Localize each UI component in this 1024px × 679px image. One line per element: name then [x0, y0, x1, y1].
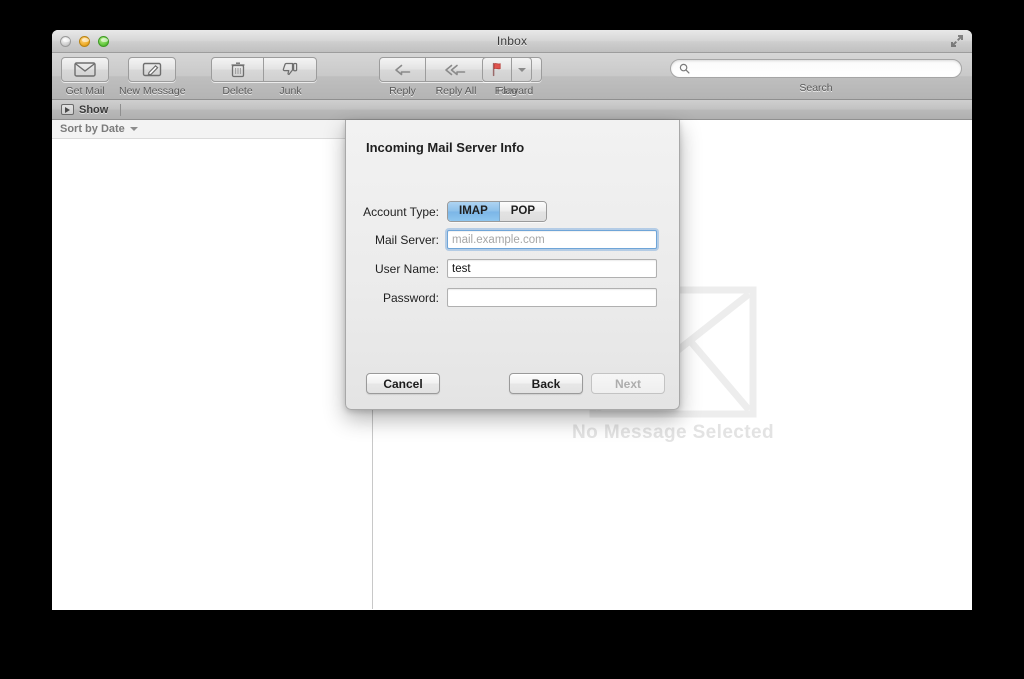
cancel-button[interactable]: Cancel: [366, 373, 440, 394]
search-area: Search: [670, 59, 962, 94]
junk-label: Junk: [279, 85, 302, 97]
account-type-segmented-control[interactable]: IMAP POP: [447, 201, 548, 222]
flag-button[interactable]: [482, 57, 512, 82]
no-message-selected-label: No Message Selected: [572, 421, 774, 443]
toolbar-button-get-mail[interactable]: Get Mail: [61, 57, 109, 97]
segment-imap[interactable]: IMAP: [448, 202, 500, 221]
reply-arrow-icon: [394, 64, 410, 75]
reply-all-button[interactable]: [426, 57, 486, 82]
form-row-password: Password:: [346, 288, 679, 307]
compose-pencil-icon: [143, 62, 162, 77]
toolbar-group-mail: Get Mail New Message: [61, 57, 186, 97]
toolbar-button-reply[interactable]: Reply: [379, 57, 426, 97]
next-button[interactable]: Next: [591, 373, 665, 394]
user-name-label: User Name:: [374, 261, 439, 276]
show-label[interactable]: Show: [79, 104, 108, 116]
reply-all-arrow-icon: [444, 64, 465, 75]
password-input[interactable]: [447, 288, 657, 307]
flag-dropdown-button[interactable]: [512, 57, 532, 82]
form-row-account-type: Account Type: IMAP POP: [346, 201, 679, 222]
incoming-mail-server-sheet: Incoming Mail Server Info Account Type: …: [345, 120, 680, 410]
toolbar-button-flag[interactable]: Flag: [482, 57, 532, 97]
flag-label: Flag: [496, 85, 518, 97]
sort-bar[interactable]: Sort by Date: [52, 120, 372, 139]
delete-button[interactable]: [211, 57, 264, 82]
window-title: Inbox: [496, 34, 528, 48]
flag-icon: [492, 62, 501, 77]
toolbar-separator: [120, 103, 122, 116]
toolbar: Get Mail New Message Delete Junk Reply R…: [52, 53, 972, 100]
search-icon: [679, 63, 690, 74]
junk-button[interactable]: [264, 57, 317, 82]
trash-icon: [231, 62, 244, 77]
toolbar-button-delete[interactable]: Delete: [211, 57, 264, 97]
search-field[interactable]: [670, 59, 962, 78]
reply-label: Reply: [389, 85, 416, 97]
user-name-input[interactable]: [447, 259, 657, 278]
form-row-mail-server: Mail Server:: [346, 230, 679, 249]
back-button[interactable]: Back: [509, 373, 583, 394]
toolbar-button-reply-all[interactable]: Reply All: [426, 57, 486, 97]
search-caption: Search: [799, 82, 833, 94]
segment-pop[interactable]: POP: [499, 202, 547, 221]
mail-server-input[interactable]: [447, 230, 657, 249]
titlebar: Inbox: [52, 30, 972, 53]
search-input[interactable]: [694, 62, 953, 75]
envelope-icon: [74, 62, 96, 77]
toolbar-button-new-message[interactable]: New Message: [119, 57, 186, 97]
sheet-title: Incoming Mail Server Info: [366, 140, 525, 155]
mail-window: Inbox Get Mail New Message Delete Junk R…: [52, 30, 972, 610]
toolbar-button-junk[interactable]: Junk: [264, 57, 317, 97]
get-mail-button[interactable]: [61, 57, 109, 82]
account-type-label: Account Type:: [363, 204, 439, 219]
password-label: Password:: [382, 290, 439, 305]
chevron-down-icon: [129, 127, 138, 131]
message-list-pane: Sort by Date: [52, 120, 373, 609]
content-area: Sort by Date No Message Selected Incomin…: [52, 120, 972, 609]
new-message-label: New Message: [119, 85, 186, 97]
new-message-button[interactable]: [128, 57, 177, 82]
reply-button[interactable]: [379, 57, 426, 82]
disclosure-triangle-icon[interactable]: [61, 104, 74, 115]
get-mail-label: Get Mail: [65, 85, 105, 97]
sort-by-label[interactable]: Sort by Date: [60, 123, 125, 135]
chevron-down-icon: [517, 67, 526, 72]
form-row-user-name: User Name:: [346, 259, 679, 278]
fullscreen-icon[interactable]: [950, 34, 964, 48]
reply-all-label: Reply All: [435, 85, 477, 97]
delete-label: Delete: [222, 85, 253, 97]
toolbar-group-flag: Flag: [482, 57, 532, 97]
thumbs-down-icon: [282, 62, 298, 75]
mail-server-label: Mail Server:: [374, 232, 439, 247]
show-bar: Show: [52, 100, 972, 120]
toolbar-group-delete-junk: Delete Junk: [211, 57, 317, 97]
